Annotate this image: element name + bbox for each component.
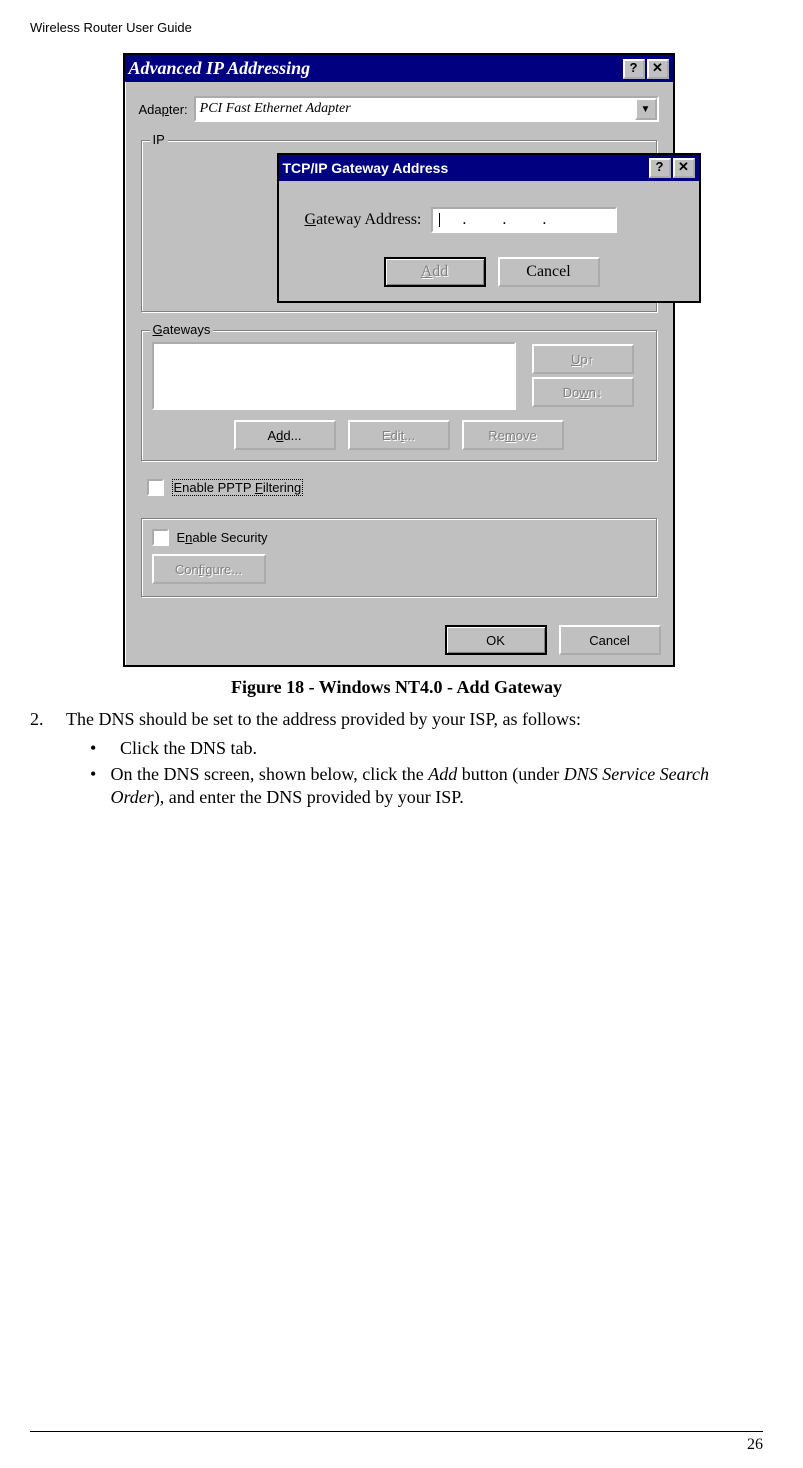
bullet-text-1: Click the DNS tab. (120, 737, 257, 760)
advanced-ip-titlebar: Advanced IP Addressing ? ✕ (125, 55, 673, 82)
gateway-address-label: Gateway Address: (305, 211, 422, 229)
advanced-ip-window: Advanced IP Addressing ? ✕ Adapter: PCI … (123, 53, 675, 667)
figure-caption: Figure 18 - Windows NT4.0 - Add Gateway (30, 677, 763, 698)
gateways-group-title: Gateways (150, 322, 214, 337)
gateway-address-dialog: TCP/IP Gateway Address ? ✕ Gateway Addre… (277, 153, 701, 303)
ip-group-title: IP (150, 132, 168, 147)
gateway-dialog-title: TCP/IP Gateway Address (283, 160, 647, 176)
remove-gateway-button[interactable]: Remove (462, 420, 564, 450)
page-number: 26 (747, 1436, 763, 1454)
step-text: The DNS should be set to the address pro… (66, 708, 581, 731)
bullet-icon: • (90, 763, 110, 808)
adapter-combobox[interactable]: PCI Fast Ethernet Adapter ▼ (194, 96, 659, 122)
footer-divider (30, 1431, 763, 1432)
gateway-dialog-titlebar: TCP/IP Gateway Address ? ✕ (279, 155, 699, 181)
cancel-button[interactable]: Cancel (559, 625, 661, 655)
modal-cancel-button[interactable]: Cancel (498, 257, 600, 287)
configure-button[interactable]: Configure... (152, 554, 266, 584)
help-icon[interactable]: ? (649, 158, 671, 178)
gateway-address-input[interactable]: ... (431, 207, 617, 233)
pptp-label: Enable PPTP Filtering (172, 479, 304, 496)
adapter-label: Adapter: (139, 102, 188, 117)
close-icon[interactable]: ✕ (673, 158, 695, 178)
bullet-icon: • (90, 737, 120, 760)
doc-header: Wireless Router User Guide (30, 20, 763, 35)
gateways-group: Gateways Up↑ Down↓ (141, 330, 657, 461)
add-gateway-button[interactable]: Add... (234, 420, 336, 450)
help-icon[interactable]: ? (623, 59, 645, 79)
close-icon[interactable]: ✕ (647, 59, 669, 79)
bullet-text-2: On the DNS screen, shown below, click th… (110, 763, 763, 808)
down-button[interactable]: Down↓ (532, 377, 634, 407)
adapter-value: PCI Fast Ethernet Adapter (200, 101, 351, 117)
pptp-checkbox[interactable] (147, 479, 164, 496)
edit-gateway-button[interactable]: Edit... (348, 420, 450, 450)
ok-button[interactable]: OK (445, 625, 547, 655)
gateways-listbox[interactable] (152, 342, 516, 410)
advanced-ip-title: Advanced IP Addressing (129, 58, 621, 79)
security-group: Enable Security Configure... (141, 518, 657, 597)
modal-add-button[interactable]: Add (384, 257, 486, 287)
step-number: 2. (30, 708, 66, 731)
security-checkbox[interactable] (152, 529, 169, 546)
up-button[interactable]: Up↑ (532, 344, 634, 374)
chevron-down-icon[interactable]: ▼ (635, 98, 657, 120)
security-label: Enable Security (177, 530, 268, 545)
